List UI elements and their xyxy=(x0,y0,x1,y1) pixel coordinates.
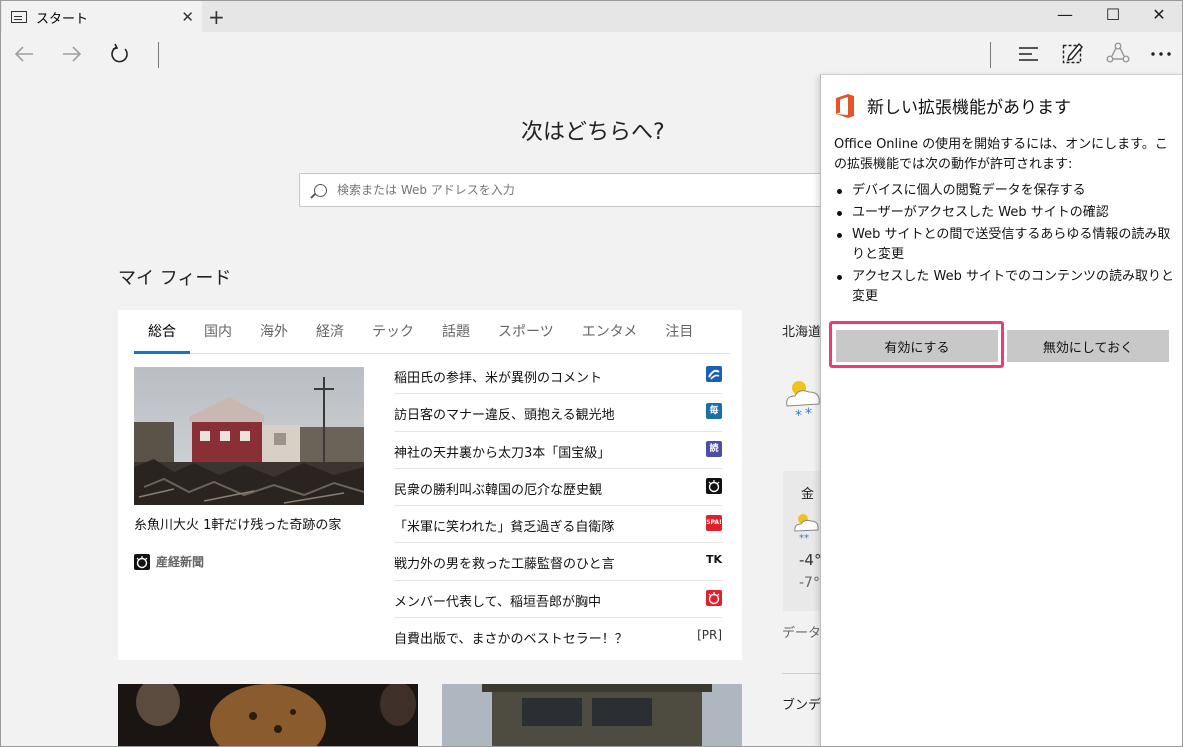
hero-source: 産経新聞 xyxy=(134,553,204,570)
permission-list: デバイスに個人の閲覧データを保存する ユーザーがアクセスした Web サイトの確… xyxy=(834,181,1174,309)
permission-item: Web サイトとの間で送受信するあらゆる情報の読み取りと変更 xyxy=(834,225,1174,265)
headline-text[interactable]: 戦力外の男を救った工藤監督のひと言 xyxy=(394,553,615,572)
headline-text[interactable]: 稲田氏の参拝、米が異例のコメント xyxy=(394,367,602,386)
browser-tab[interactable]: スタート ✕ xyxy=(2,1,202,33)
headline-text[interactable]: 自費出版で、まさかのベストセラー！？ xyxy=(394,628,628,647)
headline-text[interactable]: 「米軍に笑われた」貧乏過ぎる自衛隊 xyxy=(394,516,614,535)
source-logo-icon xyxy=(706,366,722,382)
new-tab-icon[interactable]: + xyxy=(208,5,225,29)
news-thumbnail[interactable] xyxy=(118,684,418,747)
tab-close-icon[interactable]: ✕ xyxy=(181,8,194,26)
extension-flyout: 新しい拡張機能があります Office Online の使用を開始するには、オン… xyxy=(820,74,1183,747)
tab-title: スタート xyxy=(36,11,89,27)
office-logo-icon xyxy=(836,93,854,118)
window-close-button[interactable]: ✕ xyxy=(1136,5,1182,24)
more-icon[interactable] xyxy=(1150,51,1172,57)
hero-caption[interactable]: 糸魚川大火 1軒だけ残った奇跡の家 xyxy=(134,514,341,533)
spa-logo-icon: SPA! xyxy=(706,515,722,532)
permission-item: ユーザーがアクセスした Web サイトの確認 xyxy=(834,203,1174,223)
tab-world[interactable]: 海外 xyxy=(246,322,302,353)
tab-economy[interactable]: 経済 xyxy=(302,322,358,353)
minimize-button[interactable]: — xyxy=(1042,5,1088,24)
svg-text:*: * xyxy=(795,408,802,424)
news-thumbnail[interactable] xyxy=(442,684,742,747)
sankei-logo-icon xyxy=(134,553,150,570)
headline-list: 稲田氏の参拝、米が異例のコメント 訪日客のマナー違反、頭抱える観光地 毎 神社の… xyxy=(394,357,722,655)
snow-weather-icon: ** xyxy=(794,514,819,541)
weather-data-link[interactable]: データ xyxy=(782,622,821,641)
disable-extension-button[interactable]: 無効にしておく xyxy=(1007,330,1169,362)
search-box[interactable] xyxy=(299,173,859,207)
headline-text[interactable]: 訪日客のマナー違反、頭抱える観光地 xyxy=(394,404,615,423)
headline-item[interactable]: メンバー代表して、稲垣吾郎が胸中 xyxy=(394,581,722,619)
feed-title: マイ フィード xyxy=(118,268,232,289)
headline-item[interactable]: 戦力外の男を救った工藤監督のひと言 TK xyxy=(394,543,723,581)
tab-entertainment[interactable]: エンタメ xyxy=(568,322,652,353)
feed-tabs: 総合 国内 海外 経済 テック 話題 スポーツ エンタメ 注目 xyxy=(134,322,730,354)
headline-item[interactable]: 民衆の勝利叫ぶ韓国の厄介な歴史観 xyxy=(394,469,722,507)
forward-arrow-icon[interactable] xyxy=(61,44,83,64)
web-note-icon[interactable] xyxy=(1062,42,1084,64)
tk-logo-icon: TK xyxy=(706,552,723,569)
mainichi-logo-icon: 毎 xyxy=(706,403,722,420)
flyout-title: 新しい拡張機能があります xyxy=(867,98,1071,118)
headline-text[interactable]: 神社の天井裏から太刀3本「国宝級」 xyxy=(394,442,610,461)
hub-icon[interactable] xyxy=(1018,45,1040,63)
hero-news-image[interactable] xyxy=(134,367,364,505)
weather-location[interactable]: 北海道 xyxy=(782,321,821,340)
source-logo-icon xyxy=(706,589,722,606)
permission-item: アクセスした Web サイトでのコンテンツの読み取りと変更 xyxy=(834,267,1174,307)
headline-item[interactable]: 自費出版で、まさかのベストセラー！？ [PR] xyxy=(394,618,722,655)
forecast-low: -7° xyxy=(799,575,820,591)
toolbar-separator xyxy=(990,42,991,68)
tab-featured[interactable]: 注目 xyxy=(651,322,707,353)
headline-text[interactable]: 民衆の勝利叫ぶ韓国の厄介な歴史観 xyxy=(394,479,602,498)
enable-extension-button[interactable]: 有効にする xyxy=(836,330,998,362)
maximize-button[interactable]: ☐ xyxy=(1090,5,1136,24)
address-separator xyxy=(158,42,159,68)
flyout-description: Office Online の使用を開始するには、オンにします。この拡張機能では… xyxy=(834,137,1168,172)
headline-item[interactable]: 「米軍に笑われた」貧乏過ぎる自衛隊 SPA! xyxy=(394,506,722,544)
navigation-bar xyxy=(0,32,1183,76)
hero-source-name: 産経新聞 xyxy=(156,555,205,569)
headline-item[interactable]: 訪日客のマナー違反、頭抱える観光地 毎 xyxy=(394,394,722,432)
tab-tech[interactable]: テック xyxy=(358,322,428,353)
window-border xyxy=(0,0,1,747)
svg-text:*: * xyxy=(805,406,812,422)
start-page-icon xyxy=(11,11,27,23)
headline-item[interactable]: 稲田氏の参拝、米が異例のコメント xyxy=(394,357,722,395)
permission-item: デバイスに個人の閲覧データを保存する xyxy=(834,181,1174,201)
flyout-header: 新しい拡張機能があります xyxy=(835,93,1071,118)
forecast-day: 金 xyxy=(801,487,815,502)
search-icon xyxy=(314,183,327,197)
headline-text[interactable]: メンバー代表して、稲垣吾郎が胸中 xyxy=(394,591,601,610)
yomiuri-logo-icon: 読 xyxy=(706,440,722,457)
tab-sports[interactable]: スポーツ xyxy=(484,322,568,353)
news-feed-card: 総合 国内 海外 経済 テック 話題 スポーツ エンタメ 注目 糸魚川大火 1軒… xyxy=(118,310,742,660)
back-arrow-icon[interactable] xyxy=(13,44,35,64)
refresh-icon[interactable] xyxy=(109,43,131,65)
sankei-logo-icon xyxy=(706,477,722,494)
headline-item[interactable]: 神社の天井裏から太刀3本「国宝級」 読 xyxy=(394,432,722,469)
pr-label: [PR] xyxy=(697,628,722,643)
page-heading: 次はどちらへ? xyxy=(521,120,665,145)
tab-general[interactable]: 総合 xyxy=(134,322,190,354)
svg-text:**: ** xyxy=(799,533,809,541)
forecast-high: -4° xyxy=(799,551,822,569)
tab-domestic[interactable]: 国内 xyxy=(190,322,246,353)
share-icon[interactable] xyxy=(1106,42,1130,64)
snow-weather-icon: ** xyxy=(786,381,820,424)
tab-topics[interactable]: 話題 xyxy=(428,322,484,353)
search-input[interactable] xyxy=(337,183,817,197)
sports-section-title[interactable]: ブンデ xyxy=(782,694,821,713)
title-bar: スタート ✕ + — ☐ ✕ xyxy=(0,0,1183,33)
